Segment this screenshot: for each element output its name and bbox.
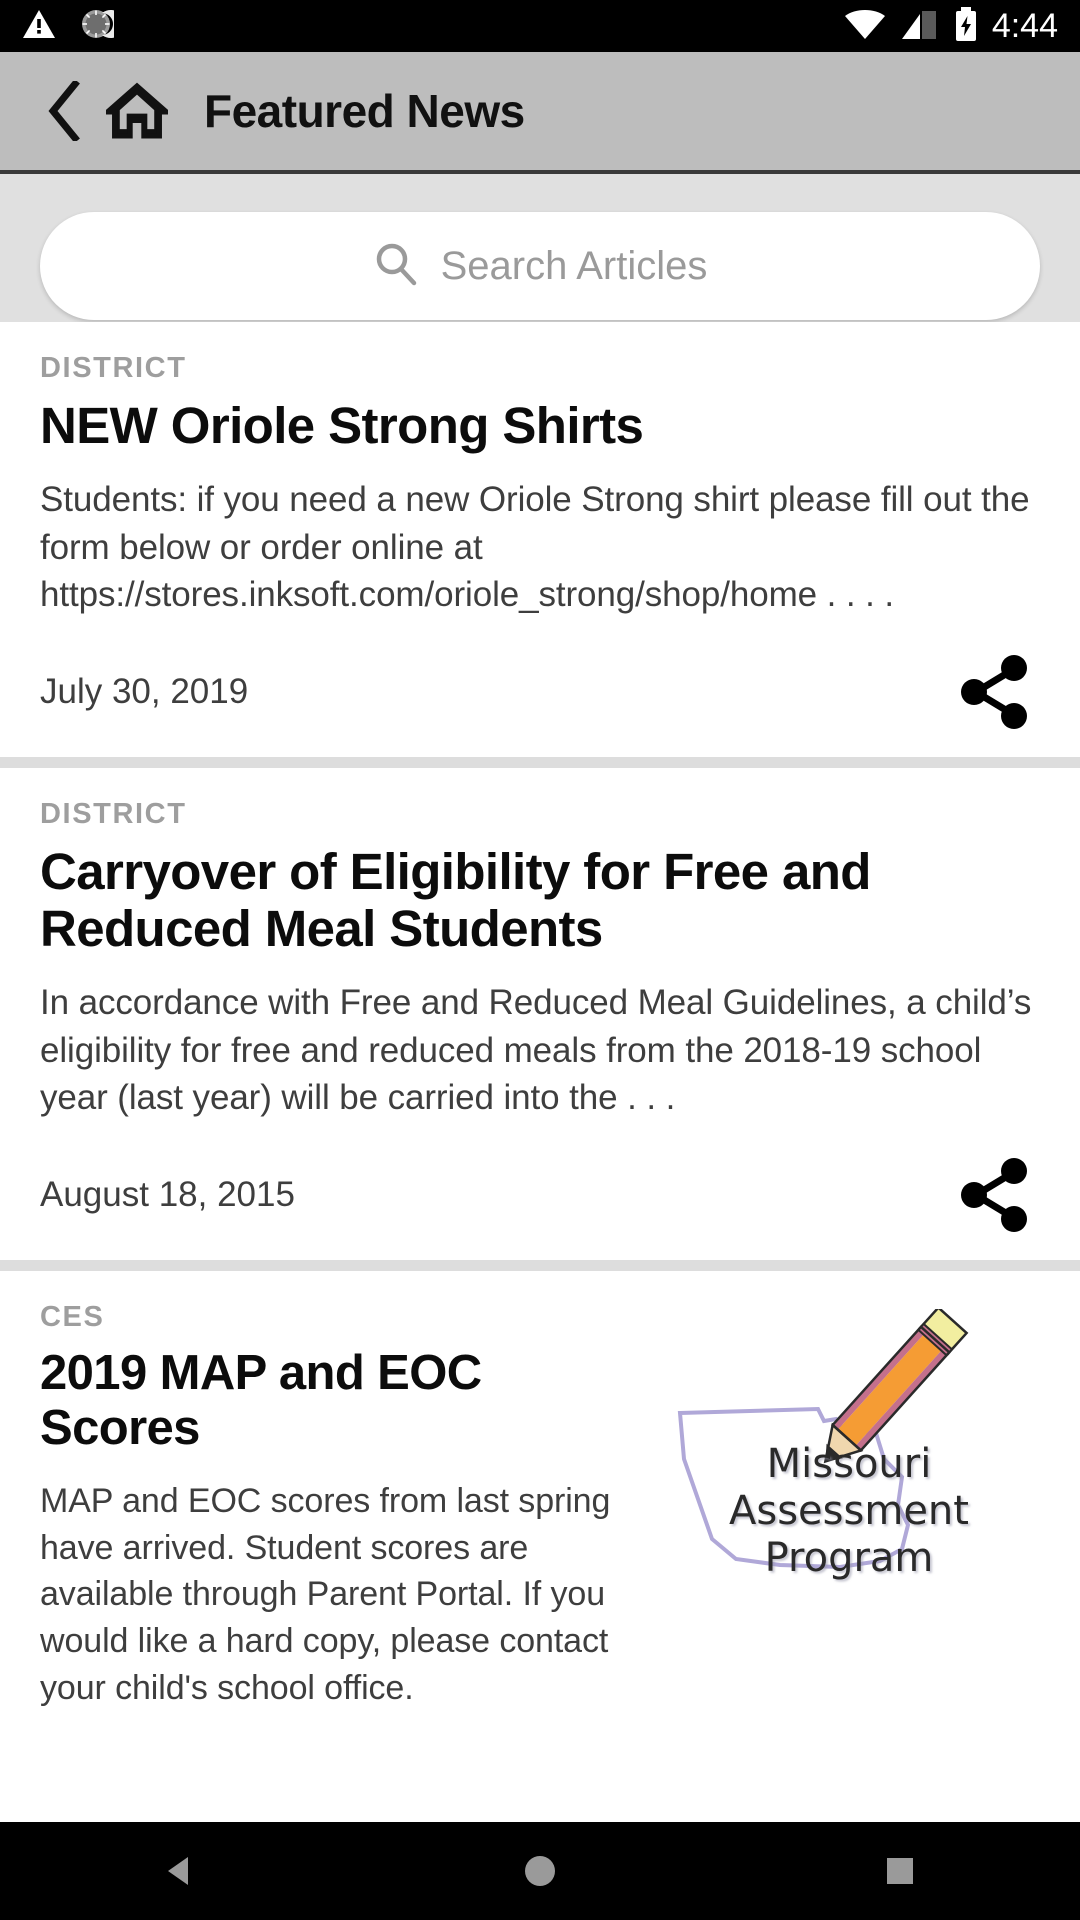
nav-home-button[interactable]: [480, 1822, 600, 1920]
app-bar: Featured News: [0, 52, 1080, 174]
search-icon: [373, 241, 419, 292]
missouri-assessment-program-logo: Missouri Assessment Program: [640, 1308, 1040, 1639]
list-separator: [0, 1259, 1080, 1271]
article-thumbnail: Missouri Assessment Program: [640, 1308, 1040, 1639]
article-list: DISTRICT NEW Oriole Strong Shirts Studen…: [0, 322, 1080, 1739]
article-excerpt: MAP and EOC scores from last spring have…: [40, 1481, 611, 1708]
sync-circle-icon: [80, 7, 125, 46]
nav-recents-button[interactable]: [840, 1822, 960, 1920]
search-section: Search Articles: [0, 174, 1080, 322]
article-card[interactable]: DISTRICT Carryover of Eligibility for Fr…: [0, 767, 1080, 1260]
list-separator: [0, 756, 1080, 768]
back-button[interactable]: [44, 81, 84, 141]
search-input[interactable]: Search Articles: [40, 212, 1040, 320]
android-nav-bar: [0, 1822, 1080, 1920]
status-bar-left-icons: [22, 7, 125, 46]
article-meta-row: August 18, 2015: [40, 1156, 1040, 1234]
logo-caption: Missouri Assessment Program: [658, 1441, 1040, 1583]
article-headline: NEW Oriole Strong Shirts: [40, 397, 644, 454]
article-headline: Carryover of Eligibility for Free and Re…: [40, 842, 871, 957]
article-card[interactable]: DISTRICT NEW Oriole Strong Shirts Studen…: [0, 322, 1080, 757]
status-bar: 4:44: [0, 0, 1080, 52]
nav-back-button[interactable]: [120, 1822, 240, 1920]
search-placeholder: Search Articles: [440, 243, 708, 288]
page-title: Featured News: [204, 85, 525, 137]
share-icon[interactable]: [956, 1156, 1034, 1234]
logo-caption-line2: Assessment: [729, 1488, 969, 1535]
article-card[interactable]: CES 2019 MAP and EOC Scores MAP and EOC …: [0, 1270, 1080, 1739]
article-excerpt: Students: if you need a new Oriole Stron…: [40, 480, 1030, 615]
wifi-icon: [843, 7, 887, 46]
article-date: July 30, 2019: [40, 671, 249, 711]
battery-charging-icon: [953, 6, 979, 47]
logo-caption-line1: Missouri: [766, 1440, 932, 1487]
article-headline: 2019 MAP and EOC Scores: [40, 1345, 482, 1455]
warning-triangle-icon: [22, 8, 56, 45]
status-bar-right-icons: 4:44: [843, 0, 1058, 52]
cellular-signal-icon: [900, 7, 940, 46]
home-button[interactable]: [106, 80, 168, 142]
article-category: DISTRICT: [40, 797, 187, 830]
article-excerpt: In accordance with Free and Reduced Meal…: [40, 983, 1032, 1118]
article-meta-row: July 30, 2019: [40, 653, 1040, 731]
article-category: CES: [40, 1300, 105, 1333]
article-date: August 18, 2015: [40, 1174, 295, 1214]
article-category: DISTRICT: [40, 352, 187, 384]
logo-caption-line3: Program: [764, 1535, 934, 1582]
share-icon[interactable]: [956, 653, 1034, 731]
status-bar-clock: 4:44: [991, 7, 1058, 45]
